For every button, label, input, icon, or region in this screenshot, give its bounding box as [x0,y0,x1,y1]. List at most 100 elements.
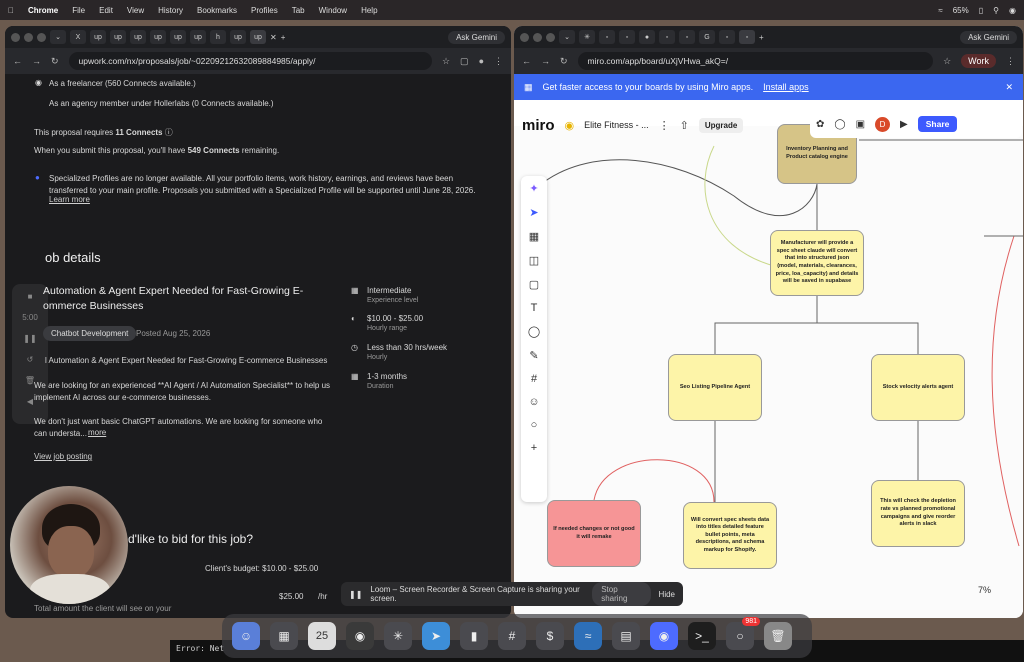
bookmark-star-icon[interactable]: ☆ [442,56,450,67]
board-menu-icon[interactable]: ⋮ [659,119,670,132]
battery-label[interactable]: 65% [953,6,969,15]
profile-icon[interactable]: ● [479,56,484,66]
tab-favicon-6[interactable]: ▫ [719,30,735,44]
loom-restart-icon[interactable]: ↺ [27,355,34,364]
node-seo-listing[interactable]: Seo Listing Pipeline Agent [668,354,762,421]
comment-icon[interactable]: ○ [531,419,538,431]
frame-layout-icon[interactable]: ◫ [529,254,539,267]
learn-more-link[interactable]: Learn more [49,195,90,204]
loom-stop-icon[interactable]: ■ [28,292,33,301]
menu-bookmarks[interactable]: Bookmarks [197,6,237,15]
reactions-icon[interactable]: ✿ [816,119,824,130]
menu-view[interactable]: View [127,6,144,15]
loom-camera-bubble[interactable] [10,486,128,604]
tab-miro-active[interactable]: ▫ [739,30,755,44]
node-depletion-rate[interactable]: This will check the depletion rate vs pl… [871,480,965,547]
upgrade-button[interactable]: Upgrade [698,117,744,133]
zoom-window-dot[interactable] [37,32,46,42]
menu-edit[interactable]: Edit [99,6,113,15]
apple-icon[interactable]:  [8,6,14,15]
calendar-app-icon[interactable]: 25 [308,622,336,650]
node-manufacturer-spec[interactable]: Manufacturer will provide a spec sheet c… [770,230,864,296]
close-tab-icon[interactable]: ✕ [270,33,277,42]
tab-favicon-2[interactable]: ▫ [599,30,615,44]
node-stock-velocity[interactable]: Stock velocity alerts agent [871,354,965,421]
telegram-icon[interactable]: ➤ [422,622,450,650]
reload-icon-right[interactable]: ↻ [560,56,568,67]
stop-sharing-button[interactable]: Stop sharing [592,582,651,606]
view-job-posting-link[interactable]: View job posting [34,452,92,461]
minimize-window-dot[interactable] [24,32,33,42]
shapes-icon[interactable]: ◯ [528,325,540,338]
user-avatar[interactable]: D [875,116,891,132]
category-tag[interactable]: Chatbot Development [43,326,137,341]
install-apps-link[interactable]: Install apps [763,82,809,92]
text-icon[interactable]: T [531,302,538,314]
menu-history[interactable]: History [158,6,183,15]
zoom-window-dot-right[interactable] [546,32,555,42]
terminal-icon[interactable]: >_ [688,622,716,650]
menu-file[interactable]: File [72,6,85,15]
pricing-icon[interactable]: $ [536,622,564,650]
tab-x[interactable]: X [70,30,86,44]
freelancer-option-label[interactable]: As a freelancer (560 Connects available.… [49,79,196,88]
work-profile-button[interactable]: Work [961,54,996,68]
virtual-machine-icon[interactable]: ▤ [612,622,640,650]
tab-search-icon-right[interactable]: ⌄ [559,30,575,44]
forward-icon[interactable]: → [32,56,41,66]
vscode-icon[interactable]: ≈ [574,622,602,650]
rate-input-value[interactable]: $25.00 [279,592,303,601]
claude-icon[interactable]: ✳ [384,622,412,650]
slack-icon[interactable]: # [498,622,526,650]
miro-canvas[interactable]: Inventory Planning and Product catalog e… [514,124,1023,618]
tab-upwork-1[interactable]: up [90,30,106,44]
agency-option-label[interactable]: As an agency member under Hollerlabs (0 … [49,99,274,108]
share-button[interactable]: Share [917,116,958,132]
extensions-icon[interactable]: ▢ [460,56,469,67]
new-tab-icon-right[interactable]: + [759,33,764,42]
sticky-note-icon[interactable]: ▢ [529,278,539,291]
back-icon-right[interactable]: ← [522,56,531,66]
tab-favicon-3[interactable]: ▫ [619,30,635,44]
more-menu-icon[interactable]: ⋮ [494,56,503,67]
finder-icon[interactable]: ☺ [232,622,260,650]
export-icon[interactable]: ⇧ [680,119,689,132]
menu-profiles[interactable]: Profiles [251,6,278,15]
tab-upwork-6[interactable]: up [190,30,206,44]
url-input[interactable]: upwork.com/nx/proposals/job/~02209212632… [68,52,432,70]
tab-favicon-4[interactable]: ▫ [659,30,675,44]
notes-icon[interactable]: ▮ [460,622,488,650]
minimize-window-dot-right[interactable] [533,32,542,42]
menu-tab[interactable]: Tab [292,6,305,15]
wifi-icon[interactable]: ≈ [938,6,942,15]
select-cursor-icon[interactable]: ➤ [529,206,538,219]
tab-favicon-1[interactable]: ✳ [579,30,595,44]
url-input-right[interactable]: miro.com/app/board/uXjVHwa_akQ=/ [577,52,934,70]
menu-window[interactable]: Window [319,6,347,15]
loom-mute-icon[interactable]: ◀ [27,397,33,406]
messages-icon[interactable]: ○ 981 [726,617,760,650]
video-icon[interactable]: ▣ [856,119,865,130]
tab-upwork-7[interactable]: up [230,30,246,44]
bookmark-star-icon-right[interactable]: ☆ [943,56,951,67]
more-link[interactable]: more [88,428,106,437]
tab-favicon-5[interactable]: ▫ [679,30,695,44]
zoom-level[interactable]: 7% [978,585,991,595]
miro-logo[interactable]: miro [522,117,555,134]
templates-icon[interactable]: ▦ [529,230,539,243]
close-window-dot-right[interactable] [520,32,529,42]
ai-sparkle-icon[interactable]: ✦ [529,182,538,195]
tab-upwork-2[interactable]: up [110,30,126,44]
close-window-dot[interactable] [11,32,20,42]
back-icon[interactable]: ← [13,56,22,66]
hide-button[interactable]: Hide [659,590,675,599]
new-tab-icon[interactable]: + [281,33,286,42]
search-icon[interactable]: ⚲ [993,6,999,15]
tab-google-icon[interactable]: G [699,30,715,44]
node-convert-spec[interactable]: Will convert spec sheets data into title… [683,502,777,569]
tab-upwork-5[interactable]: up [170,30,186,44]
ask-gemini-button-right[interactable]: Ask Gemini [960,30,1017,44]
comments-icon[interactable]: ◯ [834,119,845,130]
forward-icon-right[interactable]: → [541,56,550,66]
menu-help[interactable]: Help [361,6,377,15]
